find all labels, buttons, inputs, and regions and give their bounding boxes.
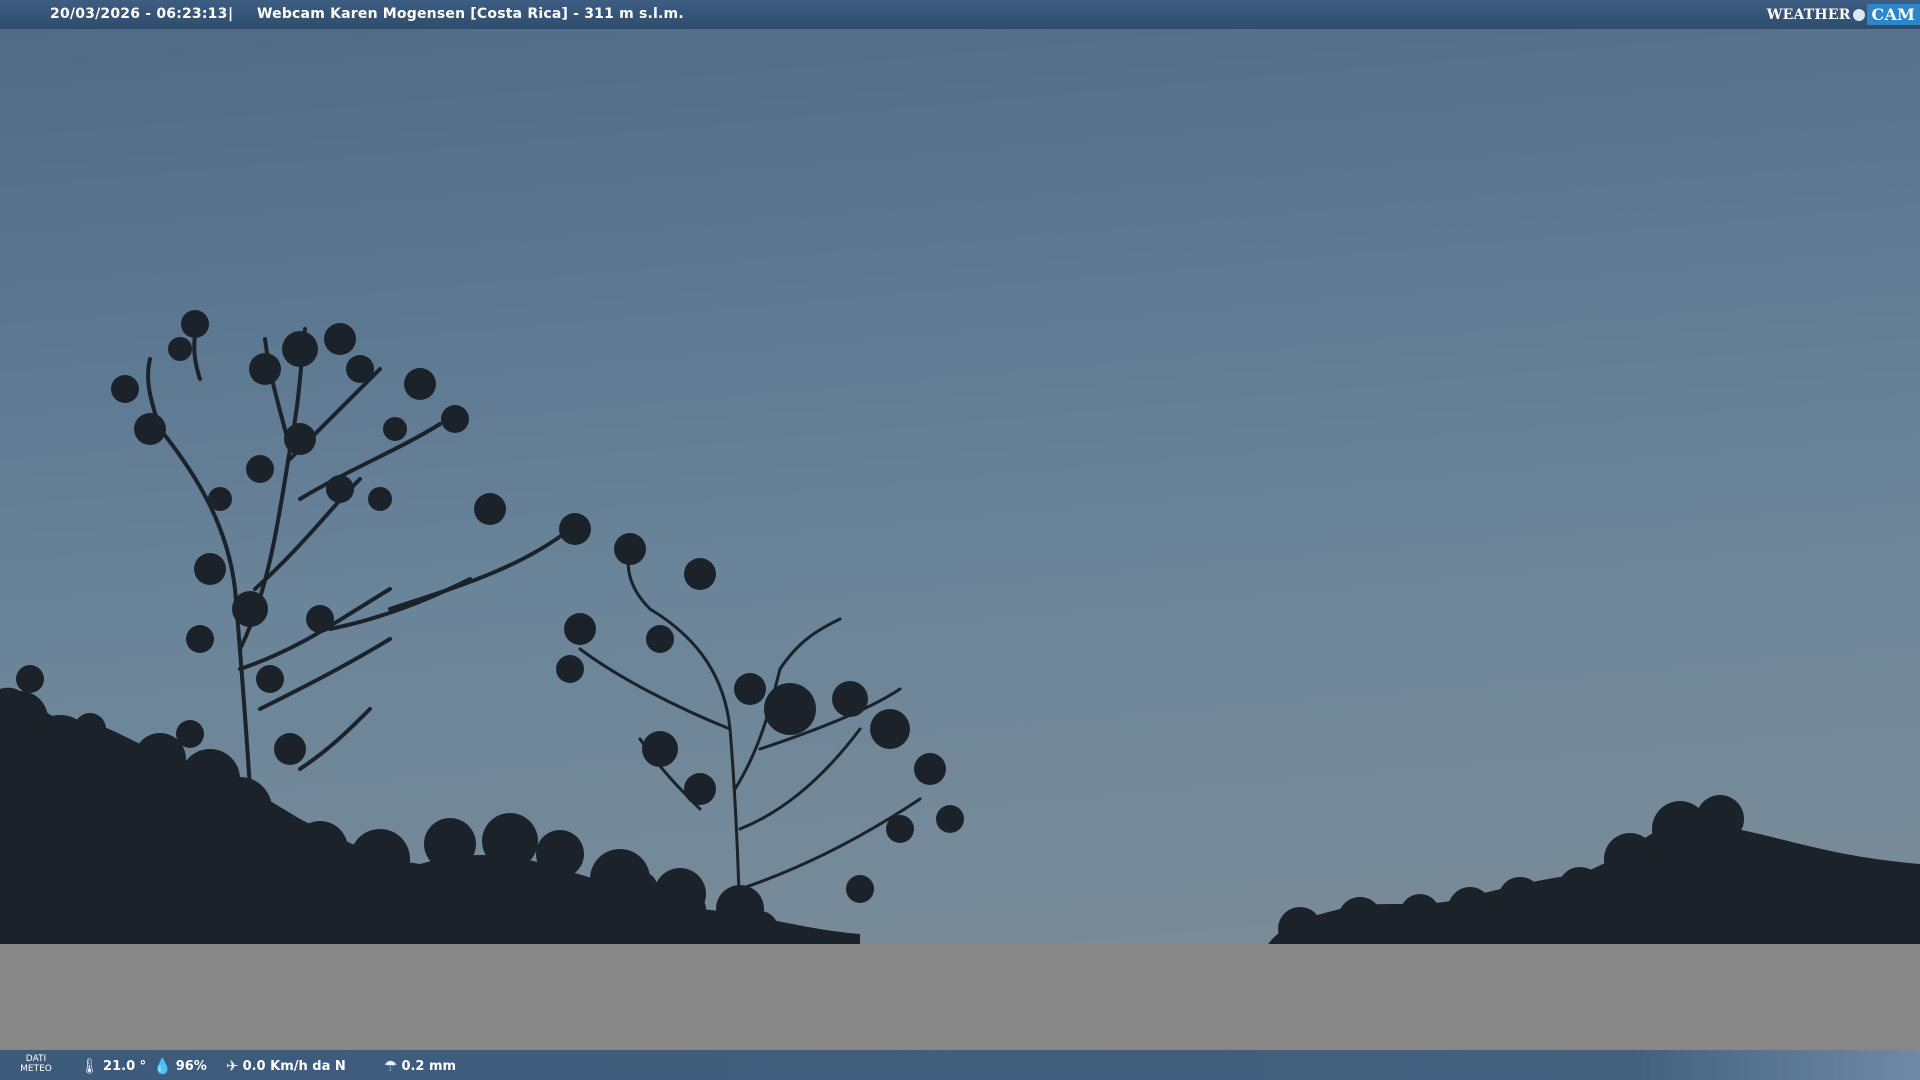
humidity-reading: 💧 96%: [153, 1057, 207, 1075]
weathercam-logo[interactable]: WEATHER CAM: [1767, 2, 1920, 27]
separator: |: [228, 6, 234, 22]
meteo-label: METEO: [20, 1064, 52, 1074]
humidity-icon: 💧: [153, 1057, 172, 1075]
dati-meteo-label[interactable]: DATI METEO: [14, 1054, 58, 1074]
tree-silhouettes: [0, 310, 1920, 960]
webcam-image: [0, 29, 1920, 960]
wind-icon: ✈: [226, 1057, 239, 1075]
weather-data-bar: DATI METEO 🌡 21.0 ° 💧 96% ✈ 0.0 Km/h da …: [0, 1050, 1920, 1080]
timestamp: 20/03/2026 - 06:23:13: [50, 6, 228, 22]
temperature-reading: 🌡 21.0 °: [80, 1057, 146, 1075]
humidity-value: 96%: [175, 1058, 207, 1074]
top-info-bar: 20/03/2026 - 06:23:13 | Webcam Karen Mog…: [0, 0, 1920, 29]
wind-reading: ✈ 0.0 Km/h da N: [226, 1057, 346, 1075]
temperature-value: 21.0 °: [103, 1058, 147, 1074]
masked-region: [0, 944, 1920, 1050]
rain-reading: ☂ 0.2 mm: [384, 1057, 456, 1075]
wind-value: 0.0 Km/h da N: [242, 1058, 346, 1074]
logo-word: WEATHER: [1766, 6, 1851, 23]
rain-value: 0.2 mm: [401, 1058, 457, 1074]
thermometer-icon: 🌡: [80, 1057, 100, 1075]
rain-icon: ☂: [384, 1057, 398, 1075]
logo-cam: CAM: [1866, 4, 1920, 25]
dati-label: DATI: [25, 1054, 47, 1064]
logo-dot-icon: [1852, 8, 1865, 21]
webcam-title: Webcam Karen Mogensen [Costa Rica] - 311…: [257, 6, 684, 22]
